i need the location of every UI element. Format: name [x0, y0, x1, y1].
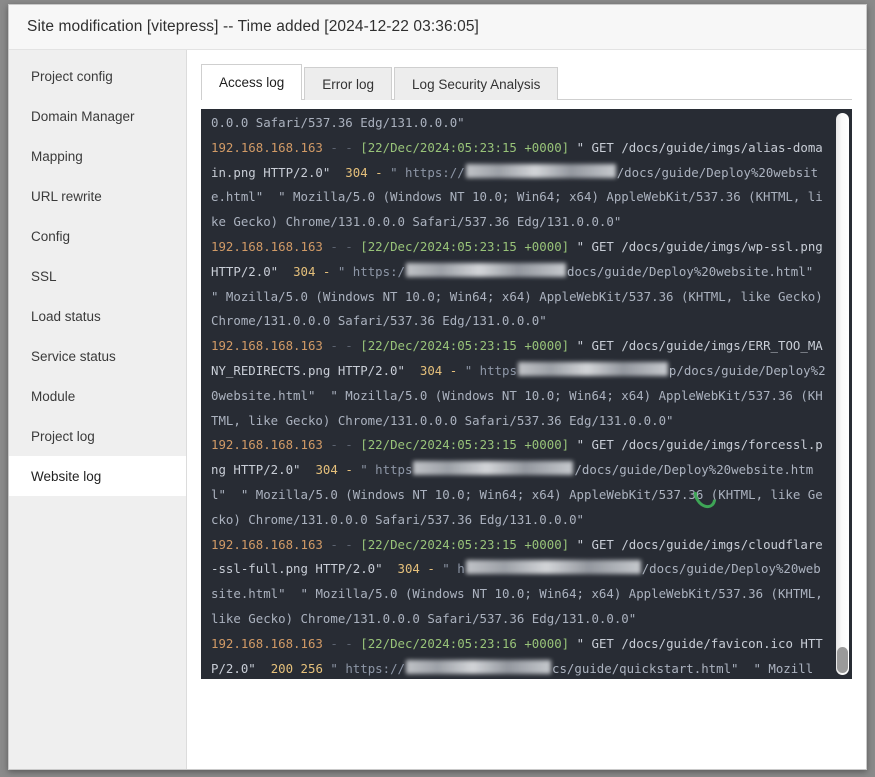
sidebar-item-project-config[interactable]: Project config: [9, 56, 186, 96]
sidebar-item-label: Module: [31, 388, 76, 404]
log-entry-ip: 192.168.168.163: [211, 437, 323, 453]
log-entry-dashes: - -: [330, 139, 353, 155]
log-entry-timestamp: [22/Dec/2024:05:23:15 +0000]: [360, 238, 570, 254]
log-scrollbar[interactable]: [836, 113, 849, 675]
sidebar-item-label: Project log: [31, 428, 95, 444]
log-entry-user-agent: " Mozilla/5.0 (Windows NT 10.0; Win64; x…: [211, 586, 831, 626]
log-entry-referer-prefix: " h: [442, 561, 465, 577]
log-entry-user-agent: " Mozilla/5.0 (Windows NT 10.0; Win64; x…: [211, 486, 823, 527]
sidebar-item-website-log[interactable]: Website log: [9, 456, 186, 496]
sidebar-item-service-status[interactable]: Service status: [9, 336, 186, 376]
redacted-domain: [406, 659, 552, 674]
log-partial-line: 0.0.0 Safari/537.36 Edg/131.0.0.0": [211, 115, 465, 130]
log-entry-dashes: - -: [330, 437, 353, 453]
tab-label: Error log: [322, 76, 375, 92]
log-entry-ip: 192.168.168.163: [211, 635, 323, 651]
sidebar-item-url-rewrite[interactable]: URL rewrite: [9, 176, 186, 216]
log-entry-referer-suffix: docs/guide/Deploy%20website.html": [567, 263, 814, 279]
window-titlebar: Site modification [vitepress] -- Time ad…: [9, 5, 866, 50]
access-log-console: 0.0.0 Safari/537.36 Edg/131.0.0.0" 192.1…: [201, 109, 852, 679]
sidebar-item-project-log[interactable]: Project log: [9, 416, 186, 456]
log-entry-user-agent: " Mozilla/5.0 (Windows NT 10.0; Win64; x…: [211, 288, 831, 329]
log-entry-referer-prefix: " https://: [330, 660, 406, 676]
log-entry: 192.168.168.163 - - [22/Dec/2024:05:23:1…: [211, 437, 823, 526]
sidebar-item-mapping[interactable]: Mapping: [9, 136, 186, 176]
log-entry-user-agent: " Mozilla/5.0 (Windows NT 10.0; Win64; x…: [211, 189, 823, 230]
log-entry-ip: 192.168.168.163: [211, 338, 323, 354]
sidebar-item-label: Load status: [31, 308, 101, 324]
log-entry-status: 304: [293, 263, 316, 279]
log-entry-dashes: - -: [330, 536, 353, 552]
log-entry-status: 304: [397, 561, 420, 577]
sidebar-item-label: Config: [31, 228, 71, 244]
log-entry-status: 304: [419, 362, 443, 378]
log-entry-referer-prefix: " https: [464, 362, 517, 378]
sidebar-item-label: Mapping: [31, 148, 83, 164]
log-entry-timestamp: [22/Dec/2024:05:23:16 +0000]: [360, 635, 570, 651]
content-pane: Access log Error log Log Security Analysis…: [187, 50, 866, 769]
page-title: Site modification [vitepress] -- Time ad…: [27, 18, 479, 35]
log-entry-referer-prefix: " https:/: [337, 263, 405, 279]
log-entry-bytes: -: [322, 263, 331, 279]
redacted-domain: [517, 361, 668, 376]
log-entry: 192.168.168.163 - - [22/Dec/2024:05:23:1…: [211, 537, 830, 626]
sidebar-item-load-status[interactable]: Load status: [9, 296, 186, 336]
sidebar-item-domain-manager[interactable]: Domain Manager: [9, 96, 186, 136]
log-entry-ip: 192.168.168.163: [211, 238, 323, 254]
redacted-domain: [465, 560, 641, 575]
log-entry-bytes: 256: [300, 660, 323, 676]
log-entry-timestamp: [22/Dec/2024:05:23:15 +0000]: [360, 139, 570, 155]
window-body: Project config Domain Manager Mapping URL r…: [9, 50, 866, 769]
log-entry-ip: 192.168.168.163: [211, 536, 323, 552]
log-entry-dashes: - -: [330, 635, 353, 651]
sidebar-item-label: Service status: [31, 348, 116, 364]
log-entry-referer-prefix: " https://: [390, 164, 465, 180]
log-entry-status: 304: [345, 164, 368, 180]
tab-access-log[interactable]: Access log: [201, 64, 303, 101]
log-entry-ip: 192.168.168.163: [211, 139, 323, 155]
redacted-domain: [465, 163, 616, 178]
log-entry-timestamp: [22/Dec/2024:05:23:15 +0000]: [360, 437, 570, 453]
log-entry-dashes: - -: [330, 338, 353, 354]
log-entry-bytes: -: [375, 164, 383, 180]
sidebar: Project config Domain Manager Mapping URL r…: [9, 50, 187, 769]
log-entry-bytes: -: [427, 561, 435, 577]
tab-log-security-analysis[interactable]: Log Security Analysis: [394, 67, 559, 100]
tab-label: Access log: [219, 75, 285, 90]
log-entry: 192.168.168.163 - - [22/Dec/2024:05:23:1…: [211, 140, 823, 229]
sidebar-item-label: Website log: [31, 468, 102, 484]
log-entry-bytes: -: [345, 462, 353, 478]
sidebar-item-module[interactable]: Module: [9, 376, 186, 416]
log-entry-referer-suffix: cs/guide/quickstart.html": [552, 660, 739, 676]
log-entry: 192.168.168.163 - - [22/Dec/2024:05:23:1…: [211, 338, 826, 427]
log-entry-bytes: -: [449, 362, 458, 378]
sidebar-item-label: SSL: [31, 268, 57, 284]
log-entry: 192.168.168.163 - - [22/Dec/2024:05:23:1…: [211, 239, 830, 328]
log-scrollbar-thumb[interactable]: [837, 647, 848, 673]
tab-error-log[interactable]: Error log: [304, 67, 393, 100]
log-entry-status: 304: [315, 462, 338, 478]
sidebar-item-label: URL rewrite: [31, 188, 102, 204]
sidebar-item-ssl[interactable]: SSL: [9, 256, 186, 296]
log-entry-timestamp: [22/Dec/2024:05:23:15 +0000]: [360, 536, 570, 552]
log-output[interactable]: 0.0.0 Safari/537.36 Edg/131.0.0.0" 192.1…: [201, 109, 836, 679]
log-entry-referer-prefix: " https: [360, 462, 413, 478]
log-entry: 192.168.168.163 - - [22/Dec/2024:05:23:1…: [211, 636, 823, 679]
tabstrip: Access log Error log Log Security Analysis: [201, 64, 852, 101]
log-entry-status: 200: [270, 660, 294, 676]
log-entry-dashes: - -: [330, 238, 353, 254]
log-entry-timestamp: [22/Dec/2024:05:23:15 +0000]: [360, 338, 570, 354]
tab-label: Log Security Analysis: [412, 76, 541, 92]
sidebar-item-config[interactable]: Config: [9, 216, 186, 256]
redacted-domain: [406, 262, 566, 277]
sidebar-item-label: Project config: [31, 68, 113, 84]
sidebar-item-label: Domain Manager: [31, 108, 135, 124]
site-modification-window: Site modification [vitepress] -- Time ad…: [8, 4, 867, 770]
redacted-domain: [413, 461, 574, 476]
